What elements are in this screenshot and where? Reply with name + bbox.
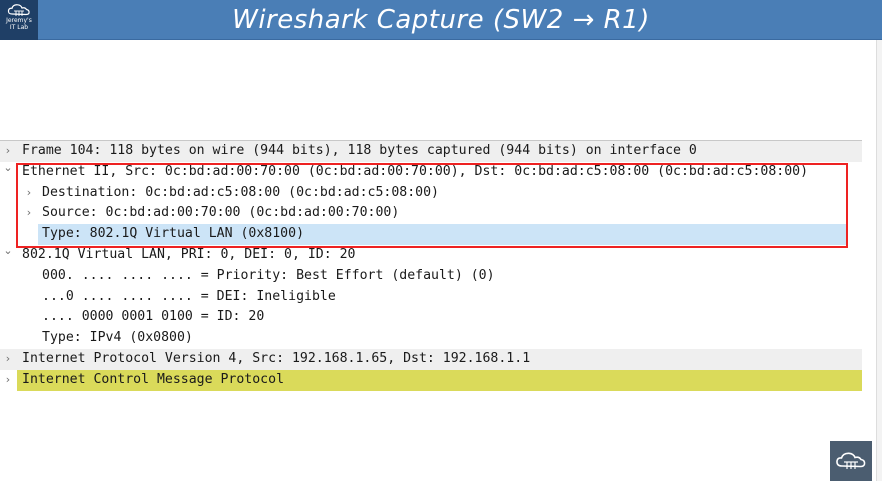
tree-row-dot1q[interactable]: ⌄ 802.1Q Virtual LAN, PRI: 0, DEI: 0, ID… — [0, 244, 862, 266]
tree-row-vlan-id[interactable]: .... 0000 0001 0100 = ID: 20 — [0, 307, 862, 328]
logo-text-line2: IT Lab — [9, 24, 29, 31]
tree-row-icmp[interactable]: › Internet Control Message Protocol — [0, 369, 862, 391]
tree-row-label: Ethernet II, Src: 0c:bd:ad:00:70:00 (0c:… — [22, 163, 809, 179]
tree-row-destination[interactable]: › Destination: 0c:bd:ad:c5:08:00 (0c:bd:… — [0, 183, 862, 204]
tree-row-label: 802.1Q Virtual LAN, PRI: 0, DEI: 0, ID: … — [22, 246, 356, 262]
tree-row-source[interactable]: › Source: 0c:bd:ad:00:70:00 (0c:bd:ad:00… — [0, 203, 862, 224]
tree-row-ethertype[interactable]: Type: IPv4 (0x0800) — [0, 328, 862, 349]
tree-row-priority[interactable]: 000. .... .... .... = Priority: Best Eff… — [0, 266, 862, 287]
tree-row-label: Type: IPv4 (0x0800) — [42, 330, 193, 346]
chevron-right-icon[interactable]: › — [23, 203, 35, 224]
cloud-network-icon — [836, 452, 866, 469]
tree-row-dei[interactable]: ...0 .... .... .... = DEI: Ineligible — [0, 287, 862, 308]
tree-row-label: Frame 104: 118 bytes on wire (944 bits),… — [22, 143, 697, 158]
tree-row-label: Internet Protocol Version 4, Src: 192.16… — [22, 350, 531, 366]
tree-row-label: 000. .... .... .... = Priority: Best Eff… — [42, 267, 495, 283]
tree-row-label: .... 0000 0001 0100 = ID: 20 — [42, 309, 265, 325]
packet-details-tree: › Frame 104: 118 bytes on wire (944 bits… — [0, 141, 862, 391]
chevron-right-icon[interactable]: › — [23, 183, 35, 204]
scrollbar-track[interactable] — [876, 40, 882, 481]
tree-row-label: Type: 802.1Q Virtual LAN (0x8100) — [42, 226, 305, 242]
title-bar: Wireshark Capture (SW2 → R1) Jeremy's IT… — [0, 0, 882, 40]
tree-row-label: Destination: 0c:bd:ad:c5:08:00 (0c:bd:ad… — [42, 184, 439, 200]
tree-row-ethernet[interactable]: ⌄ Ethernet II, Src: 0c:bd:ad:00:70:00 (0… — [0, 161, 862, 183]
cloud-network-icon — [7, 4, 30, 16]
tree-row-ipv4[interactable]: › Internet Protocol Version 4, Src: 192.… — [0, 348, 862, 370]
page-title: Wireshark Capture (SW2 → R1) — [232, 5, 650, 35]
tree-row-type-selected[interactable]: Type: 802.1Q Virtual LAN (0x8100) — [0, 224, 862, 245]
chevron-down-icon[interactable]: ⌄ — [2, 241, 14, 262]
chevron-right-icon[interactable]: › — [2, 370, 14, 391]
logo-text-line1: Jeremy's — [6, 17, 32, 24]
tree-row-frame[interactable]: › Frame 104: 118 bytes on wire (944 bits… — [0, 141, 862, 162]
brand-logo: Jeremy's IT Lab — [0, 0, 38, 40]
tree-row-label: Internet Control Message Protocol — [22, 371, 285, 387]
chevron-down-icon[interactable]: ⌄ — [2, 158, 14, 179]
corner-brand-logo — [830, 441, 872, 481]
chevron-right-icon[interactable]: › — [2, 349, 14, 370]
tree-row-label: Source: 0c:bd:ad:00:70:00 (0c:bd:ad:00:7… — [42, 205, 400, 221]
tree-row-label: ...0 .... .... .... = DEI: Ineligible — [42, 288, 336, 304]
